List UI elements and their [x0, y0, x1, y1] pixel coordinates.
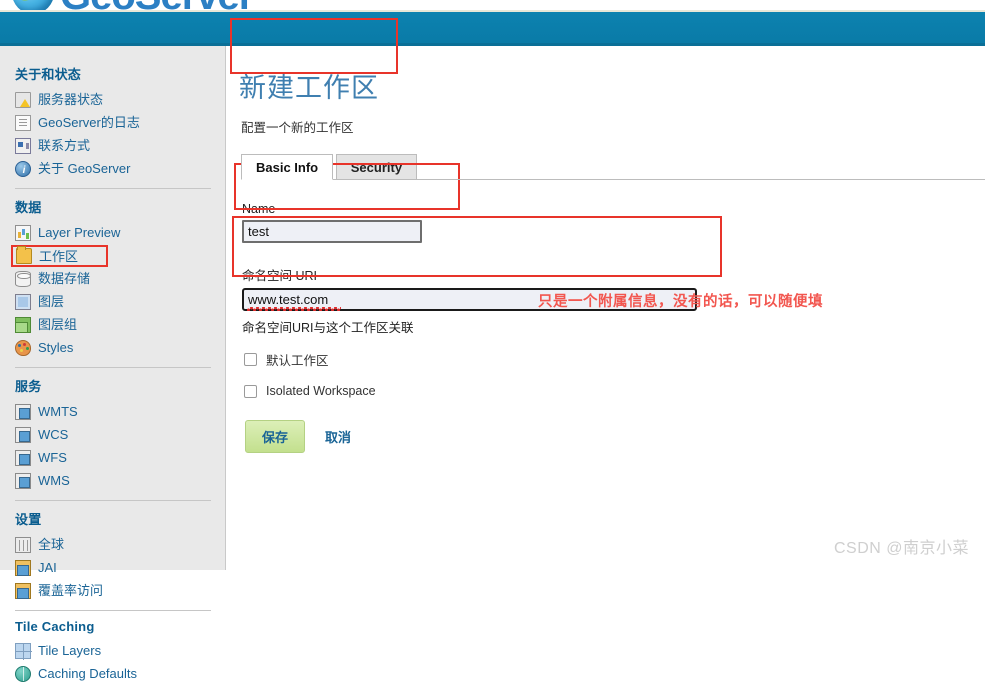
- sidebar-group-title: 数据: [15, 200, 42, 215]
- isolated-workspace-checkbox[interactable]: [244, 384, 257, 398]
- uri-help-text: 命名空间URI与这个工作区关联: [242, 321, 414, 335]
- service-icon: [15, 449, 31, 466]
- sidebar-divider: [15, 188, 211, 189]
- sidebar-divider: [15, 500, 211, 501]
- save-button[interactable]: 保存: [245, 420, 306, 453]
- name-label: Name: [242, 202, 276, 216]
- service-icon: [15, 403, 31, 420]
- sidebar-item-label: GeoServer的日志: [38, 115, 140, 130]
- sidebar-item-wmts[interactable]: WMTS: [14, 401, 200, 422]
- tab-bar: Basic Info Security: [241, 154, 985, 180]
- sidebar-item-layer-groups[interactable]: 图层组: [14, 314, 200, 335]
- sidebar-item-jai[interactable]: JAI: [14, 557, 200, 578]
- document-icon: [15, 114, 31, 131]
- sidebar-item-wfs[interactable]: WFS: [14, 447, 200, 468]
- isolated-workspace-row[interactable]: Isolated Workspace: [244, 384, 963, 398]
- sidebar: 关于和状态 服务器状态 GeoServer的日志 联系方式 关于 GeoServ…: [0, 46, 226, 682]
- sidebar-item-label: 工作区: [39, 248, 79, 264]
- sidebar-item-label: JAI: [38, 560, 57, 575]
- sidebar-item-server-status[interactable]: 服务器状态: [14, 89, 200, 110]
- sidebar-item-tile-layers[interactable]: Tile Layers: [14, 640, 200, 661]
- sidebar-divider: [15, 367, 211, 368]
- layer-icon: [15, 293, 31, 310]
- sidebar-item-label: WFS: [38, 450, 67, 465]
- sidebar-item-label: 联系方式: [38, 138, 91, 153]
- sidebar-item-label: 图层: [38, 294, 65, 309]
- default-workspace-row[interactable]: 默认工作区: [244, 350, 963, 369]
- sidebar-group-tile-caching: Tile Caching Tile Layers Caching Default…: [14, 619, 225, 684]
- sidebar-item-label: 全球: [38, 537, 65, 552]
- page-subtitle: 配置一个新的工作区: [241, 121, 354, 135]
- layer-group-icon: [15, 316, 31, 333]
- sidebar-item-label: Tile Layers: [38, 643, 102, 658]
- tile-layers-icon: [15, 642, 32, 660]
- sidebar-item-label: 服务器状态: [38, 92, 104, 107]
- datastore-icon: [15, 270, 31, 287]
- sidebar-item-wms[interactable]: WMS: [14, 470, 200, 491]
- sidebar-item-caching-defaults[interactable]: Caching Defaults: [14, 663, 200, 684]
- annotation-note: 只是一个附属信息，没有的话，可以随便填: [538, 294, 823, 310]
- geoserver-admin-page: GeoServer 关于和状态 服务器状态 GeoServer的日志: [0, 0, 985, 682]
- isolated-workspace-label: Isolated Workspace: [266, 384, 376, 398]
- caching-defaults-icon: [15, 665, 31, 682]
- form-actions: 保存 取消: [245, 420, 963, 453]
- brand-header: GeoServer: [0, 0, 985, 12]
- sidebar-group-about-status: 关于和状态 服务器状态 GeoServer的日志 联系方式 关于 GeoServ…: [14, 64, 225, 181]
- sidebar-divider: [15, 610, 211, 611]
- tab-basic-info[interactable]: Basic Info: [241, 154, 334, 180]
- tab-security[interactable]: Security: [335, 154, 418, 180]
- default-workspace-label: 默认工作区: [266, 354, 329, 368]
- sidebar-item-label: WCS: [38, 427, 69, 442]
- default-workspace-checkbox[interactable]: [244, 353, 257, 366]
- cancel-button[interactable]: 取消: [323, 423, 353, 450]
- info-icon: [15, 160, 32, 181]
- sidebar-item-layer-preview[interactable]: Layer Preview: [14, 222, 200, 243]
- global-settings-icon: [15, 536, 31, 553]
- sidebar-group-title: 设置: [15, 512, 42, 527]
- sidebar-item-label: Layer Preview: [38, 225, 121, 240]
- contact-card-icon: [15, 137, 31, 154]
- name-field-group: Name: [239, 202, 963, 243]
- sidebar-item-styles[interactable]: Styles: [14, 337, 200, 358]
- tab-bar-rule: [241, 179, 985, 180]
- annotation-box-title: [230, 18, 398, 74]
- sidebar-item-label: WMS: [38, 473, 70, 488]
- sidebar-item-label: WMTS: [38, 404, 78, 419]
- sidebar-item-label: Caching Defaults: [38, 666, 137, 681]
- sidebar-item-wcs[interactable]: WCS: [14, 424, 200, 445]
- service-icon: [15, 472, 31, 489]
- service-icon: [15, 426, 31, 443]
- sidebar-item-about-geoserver[interactable]: 关于 GeoServer: [14, 158, 200, 181]
- uri-label: 命名空间 URI: [242, 269, 318, 283]
- server-status-icon: [15, 91, 31, 108]
- sidebar-item-global[interactable]: 全球: [14, 534, 200, 555]
- watermark: CSDN @南京小菜: [833, 540, 969, 557]
- name-input[interactable]: [242, 220, 422, 243]
- layer-preview-icon: [15, 224, 31, 241]
- sidebar-item-datastores[interactable]: 数据存储: [14, 268, 200, 289]
- sidebar-item-label: 数据存储: [38, 271, 91, 286]
- sidebar-group-title: Tile Caching: [15, 619, 95, 634]
- folder-icon: [16, 246, 32, 264]
- sidebar-item-label: 覆盖率访问: [38, 583, 104, 598]
- sidebar-item-label: 关于 GeoServer: [38, 161, 131, 176]
- jai-icon: [15, 559, 31, 576]
- styles-palette-icon: [15, 339, 31, 356]
- sidebar-group-data: 数据 Layer Preview 工作区 数据存储 图层 图层组 Styles: [11, 197, 225, 358]
- sidebar-item-layers[interactable]: 图层: [14, 291, 200, 312]
- coverage-access-icon: [15, 582, 31, 599]
- sidebar-item-contact[interactable]: 联系方式: [14, 135, 200, 156]
- sidebar-item-workspaces[interactable]: 工作区: [11, 245, 108, 267]
- sidebar-group-title: 关于和状态: [15, 67, 82, 82]
- sidebar-group-title: 服务: [15, 379, 42, 394]
- header-band: [0, 12, 985, 46]
- sidebar-item-coverage-access[interactable]: 覆盖率访问: [14, 580, 200, 601]
- sidebar-item-geoserver-logs[interactable]: GeoServer的日志: [14, 112, 200, 133]
- sidebar-group-services: 服务 WMTS WCS WFS WMS: [14, 376, 225, 491]
- sidebar-group-settings: 设置 全球 JAI 覆盖率访问: [14, 509, 225, 601]
- workspace-form: Name 命名空间 URI 命名空间URI与这个工作区关联 默认工作区 Isol…: [239, 202, 963, 453]
- sidebar-item-label: 图层组: [38, 317, 78, 332]
- sidebar-item-label: Styles: [38, 340, 74, 355]
